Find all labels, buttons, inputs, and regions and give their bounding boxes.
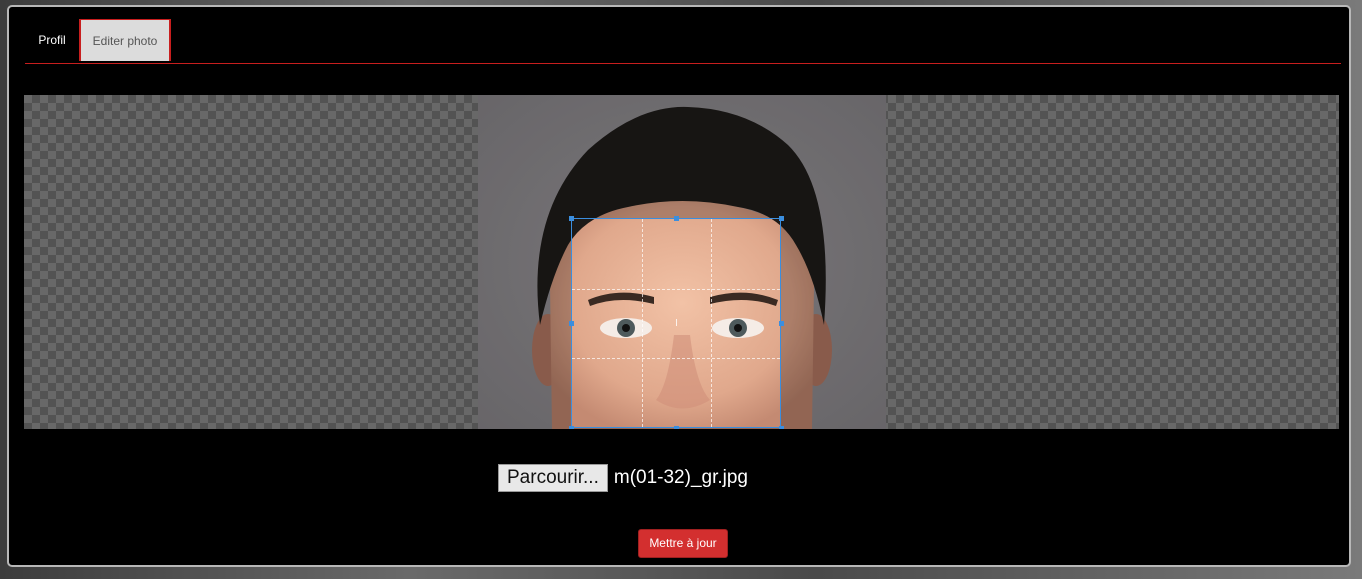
crop-handle-ne[interactable] xyxy=(779,216,784,221)
crop-guide-horizontal xyxy=(572,289,780,290)
image-cropper[interactable] xyxy=(24,95,1339,429)
file-input: Parcourir... m(01-32)_gr.jpg xyxy=(498,463,748,493)
crop-guide-horizontal xyxy=(572,358,780,359)
crop-handle-se[interactable] xyxy=(779,426,784,429)
crop-handle-sw[interactable] xyxy=(569,426,574,429)
crop-handle-nw[interactable] xyxy=(569,216,574,221)
crop-center-mark xyxy=(676,319,677,326)
selected-file-name: m(01-32)_gr.jpg xyxy=(613,467,748,488)
crop-handle-n[interactable] xyxy=(674,216,679,221)
update-button[interactable]: Mettre à jour xyxy=(638,529,728,558)
crop-guide-vertical xyxy=(711,219,712,427)
tab-profil[interactable]: Profil xyxy=(25,19,79,61)
crop-selection[interactable] xyxy=(571,218,781,428)
tab-editer-photo[interactable]: Editer photo xyxy=(79,19,171,61)
crop-handle-w[interactable] xyxy=(569,321,574,326)
crop-handle-e[interactable] xyxy=(779,321,784,326)
edit-photo-dialog: Profil Editer photo Parcourir... m(01-32… xyxy=(7,5,1351,567)
crop-guide-vertical xyxy=(642,219,643,427)
browse-button[interactable]: Parcourir... xyxy=(498,464,608,492)
tab-bar: Profil Editer photo xyxy=(25,19,1341,64)
crop-handle-s[interactable] xyxy=(674,426,679,429)
